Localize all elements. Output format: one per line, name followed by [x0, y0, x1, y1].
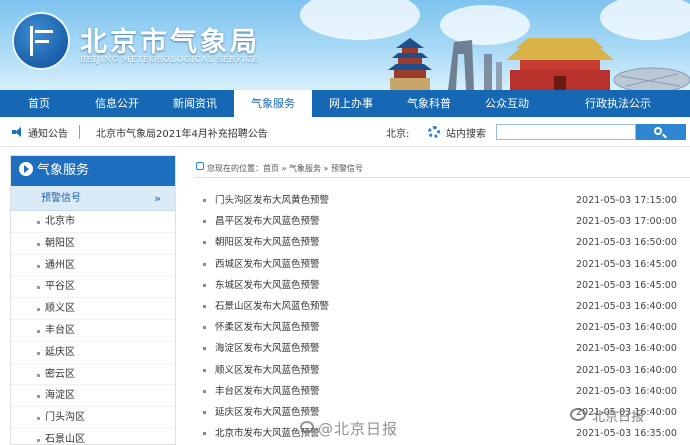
alert-date: 2021-05-03 16:40:00: [576, 343, 677, 355]
alert-date: 2021-05-03 16:40:00: [576, 364, 677, 376]
nav-item-interaction[interactable]: 公众互动: [468, 90, 546, 117]
notice-bar: 通知公告 北京市气象局2021年4月补充招聘公告 北京: 站内搜索: [0, 117, 690, 147]
arrow-right-icon: [19, 162, 33, 176]
alert-date: 2021-05-03 16:45:00: [576, 279, 677, 291]
alert-date: 2021-05-03 16:50:00: [576, 237, 677, 249]
sidebar-subheading-warnings[interactable]: 预警信号 »: [11, 186, 175, 211]
list-item[interactable]: 东城区发布大风蓝色预警 2021-05-03 16:45:00: [200, 275, 690, 296]
breadcrumb: 您现在的位置：首页 » 气象服务 » 预警信号: [194, 158, 690, 178]
notice-label: 通知公告: [28, 129, 68, 140]
sidebar-item-chaoyang[interactable]: 朝阳区: [11, 233, 175, 255]
alert-date: 2021-05-03 16:40:00: [576, 385, 677, 397]
search-button[interactable]: [636, 124, 686, 140]
sidebar-item-beijing[interactable]: 北京市: [11, 211, 175, 233]
wechat-watermark-icon: [570, 408, 586, 421]
buildings-icon: [484, 54, 502, 90]
sidebar-item-tongzhou[interactable]: 通州区: [11, 255, 175, 277]
sidebar-item-haidian[interactable]: 海淀区: [11, 385, 175, 408]
sidebar-subheading-label: 预警信号: [41, 193, 81, 204]
list-item[interactable]: 怀柔区发布大风蓝色预警 2021-05-03 16:40:00: [200, 317, 690, 338]
alert-date: 2021-05-03 17:00:00: [576, 216, 677, 228]
nav-item-news[interactable]: 新闻资讯: [156, 90, 234, 117]
cctv-tower-icon: [448, 40, 474, 90]
nav-item-science[interactable]: 气象科普: [390, 90, 468, 117]
sidebar-item-miyun[interactable]: 密云区: [11, 364, 175, 386]
list-item[interactable]: 北京市发布大风蓝色预警 2021-05-03 16:35:00: [200, 423, 690, 444]
logo-mark-icon: [30, 26, 54, 56]
list-item[interactable]: 朝阳区发布大风蓝色预警 2021-05-03 16:50:00: [200, 232, 690, 253]
double-chevron-icon: »: [154, 192, 161, 205]
list-item[interactable]: 昌平区发布大风蓝色预警 2021-05-03 17:00:00: [200, 211, 690, 232]
alert-date: 2021-05-03 16:40:00: [576, 300, 677, 312]
notice-link[interactable]: 北京市气象局2021年4月补充招聘公告: [96, 125, 268, 140]
nav-item-weather-service[interactable]: 气象服务: [234, 90, 312, 117]
list-item[interactable]: 门头沟区发布大风黄色预警 2021-05-03 17:15:00: [200, 190, 690, 211]
beijing-skyline-illustration: [388, 38, 690, 90]
alert-date: 2021-05-03 17:15:00: [576, 195, 677, 206]
list-item[interactable]: 顺义区发布大风蓝色预警 2021-05-03 16:40:00: [200, 360, 690, 381]
divider: [79, 125, 80, 139]
alert-date: 2021-05-03 16:35:00: [576, 428, 677, 440]
alert-title[interactable]: 怀柔区发布大风蓝色预警: [215, 317, 320, 338]
sidebar-item-mentougou[interactable]: 门头沟区: [11, 407, 175, 429]
breadcrumb-text: 您现在的位置：首页 » 气象服务 » 预警信号: [207, 164, 363, 173]
alert-title[interactable]: 西城区发布大风蓝色预警: [215, 254, 320, 275]
temple-of-heaven-icon: [388, 38, 432, 90]
alert-date: 2021-05-03 16:40:00: [576, 322, 677, 334]
sidebar-item-pinggu[interactable]: 平谷区: [11, 276, 175, 299]
nav-item-home[interactable]: 首页: [0, 90, 78, 117]
alert-title[interactable]: 门头沟区发布大风黄色预警: [215, 190, 329, 211]
alert-title[interactable]: 昌平区发布大风蓝色预警: [215, 211, 320, 232]
search-icon: [654, 127, 662, 135]
list-item[interactable]: 西城区发布大风蓝色预警 2021-05-03 16:45:00: [200, 254, 690, 275]
list-item[interactable]: 石景山区发布大风蓝色预警 2021-05-03 16:40:00: [200, 296, 690, 317]
sidebar-heading: 气象服务: [11, 156, 175, 186]
main-nav: 首页 信息公开 新闻资讯 气象服务 网上办事 气象科普 公众互动 行政执法公示: [0, 90, 690, 117]
alert-title[interactable]: 延庆区发布大风蓝色预警: [215, 402, 320, 423]
list-item[interactable]: 丰台区发布大风蓝色预警 2021-05-03 16:40:00: [200, 381, 690, 402]
header-banner: 北京市气象局 BEIJING METEOROLOGICAL SERVICE: [0, 0, 690, 90]
alert-title[interactable]: 海淀区发布大风蓝色预警: [215, 338, 320, 359]
alert-title[interactable]: 朝阳区发布大风蓝色预警: [215, 232, 320, 253]
sidebar-heading-label: 气象服务: [37, 163, 90, 178]
sidebar-item-shunyi[interactable]: 顺义区: [11, 298, 175, 320]
search-input[interactable]: [496, 124, 636, 140]
site-logo[interactable]: [12, 12, 70, 70]
sidebar: 气象服务 预警信号 » 北京市 朝阳区 通州区 平谷区 顺义区 丰台区 延庆区 …: [10, 155, 176, 445]
sidebar-item-shijingshan[interactable]: 石景山区: [11, 429, 175, 445]
alert-title[interactable]: 石景山区发布大风蓝色预警: [215, 296, 329, 317]
home-icon: [196, 162, 204, 170]
weibo-watermark-icon: [300, 421, 314, 433]
nav-item-info-disclosure[interactable]: 信息公开: [78, 90, 156, 117]
birds-nest-stadium-icon: [613, 67, 690, 90]
nav-item-online-service[interactable]: 网上办事: [312, 90, 390, 117]
sidebar-item-fengtai[interactable]: 丰台区: [11, 320, 175, 342]
alert-title[interactable]: 顺义区发布大风蓝色预警: [215, 360, 320, 381]
alert-title[interactable]: 东城区发布大风蓝色预警: [215, 275, 320, 296]
sun-weather-icon: [428, 126, 440, 138]
alert-date: 2021-05-03 16:45:00: [576, 258, 677, 270]
alert-title[interactable]: 丰台区发布大风蓝色预警: [215, 381, 320, 402]
watermark-corner-text: 北京日报: [592, 410, 645, 425]
nav-item-law-enforcement[interactable]: 行政执法公示: [546, 90, 690, 117]
speaker-icon: [12, 127, 22, 137]
list-item[interactable]: 海淀区发布大风蓝色预警 2021-05-03 16:40:00: [200, 338, 690, 359]
site-title: 北京市气象局: [80, 27, 260, 58]
weather-city: 北京:: [386, 129, 410, 140]
tiananmen-icon: [506, 38, 614, 90]
search-label: 站内搜索: [446, 129, 486, 140]
watermark-text: @北京日报: [318, 420, 399, 438]
sidebar-item-yanqing[interactable]: 延庆区: [11, 342, 175, 364]
site-subtitle: BEIJING METEOROLOGICAL SERVICE: [80, 55, 259, 64]
